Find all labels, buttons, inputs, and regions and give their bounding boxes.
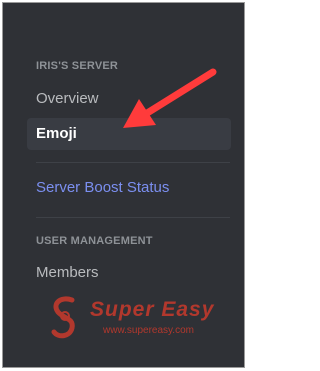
watermark: Super Easy www.supereasy.com [48,292,218,342]
sidebar-item-label: Server Boost Status [36,179,170,196]
sidebar-item-label: Members [36,264,99,281]
supereasy-logo-icon [51,296,75,339]
sidebar-item-emoji[interactable]: Emoji [27,118,231,150]
user-management-header: USER MANAGEMENT [36,235,153,247]
sidebar-item-members[interactable]: Members [27,257,231,289]
sidebar-item-label: Overview [36,90,99,107]
section-divider [36,217,230,218]
sidebar-item-overview[interactable]: Overview [27,83,231,115]
sidebar-item-server-boost-status[interactable]: Server Boost Status [27,172,231,204]
watermark-brand: Super Easy [90,298,215,321]
watermark-url: www.supereasy.com [103,325,194,336]
server-section-header: IRIS'S SERVER [36,60,119,72]
section-divider [36,162,230,163]
sidebar-item-label: Emoji [36,125,77,142]
